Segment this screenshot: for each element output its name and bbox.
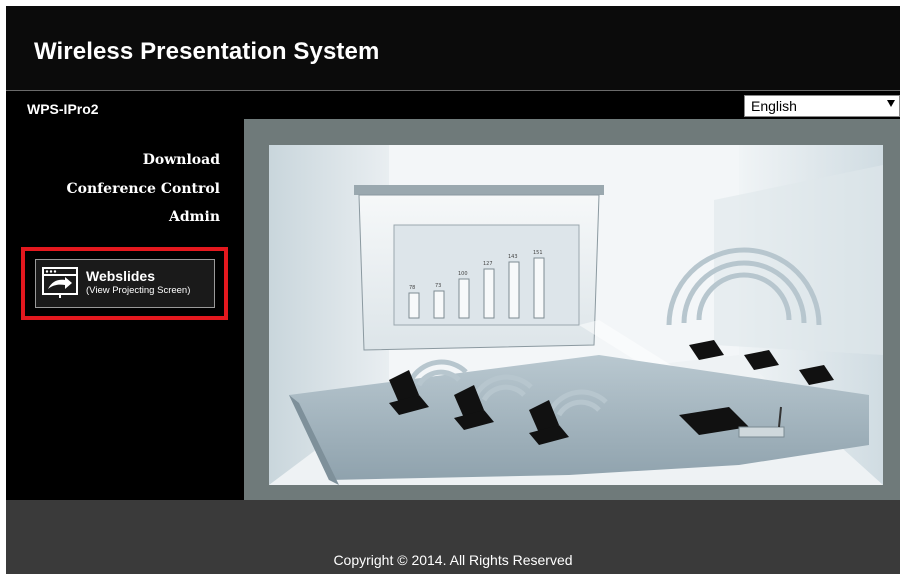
webslides-title: Webslides bbox=[86, 268, 155, 284]
header-bar: Wireless Presentation System bbox=[6, 6, 900, 91]
nav-link-admin[interactable]: Admin bbox=[169, 209, 220, 225]
presentation-screen-icon bbox=[42, 267, 78, 298]
nav-link-conference-control[interactable]: Conference Control bbox=[66, 181, 220, 197]
webslides-button[interactable]: Webslides (View Projecting Screen) bbox=[35, 259, 215, 308]
conference-room-illustration: 78 73 100 127 143 151 bbox=[269, 145, 883, 485]
dropdown-arrow-icon bbox=[887, 100, 895, 107]
footer: Copyright © 2014. All Rights Reserved bbox=[6, 500, 900, 574]
bar-label: 73 bbox=[435, 283, 441, 289]
language-select[interactable]: English bbox=[744, 95, 900, 117]
sidebar: Download Conference Control Admin Websli… bbox=[6, 118, 244, 500]
copyright-text: Copyright © 2014. All Rights Reserved bbox=[333, 552, 573, 568]
bar-label: 151 bbox=[533, 250, 543, 256]
app-window: Wireless Presentation System WPS-IPro2 E… bbox=[6, 6, 900, 574]
language-select-value: English bbox=[751, 98, 797, 114]
content-area: 78 73 100 127 143 151 bbox=[244, 119, 900, 500]
bar-label: 127 bbox=[483, 261, 493, 267]
webslides-subtitle: (View Projecting Screen) bbox=[86, 285, 191, 296]
bar-label: 143 bbox=[508, 254, 518, 260]
app-title: Wireless Presentation System bbox=[34, 38, 380, 65]
nav-link-download[interactable]: Download bbox=[143, 152, 220, 168]
highlight-box: Webslides (View Projecting Screen) bbox=[21, 247, 228, 320]
bar-label: 78 bbox=[409, 285, 415, 291]
bar-label: 100 bbox=[458, 271, 468, 277]
device-name: WPS-IPro2 bbox=[27, 101, 99, 117]
